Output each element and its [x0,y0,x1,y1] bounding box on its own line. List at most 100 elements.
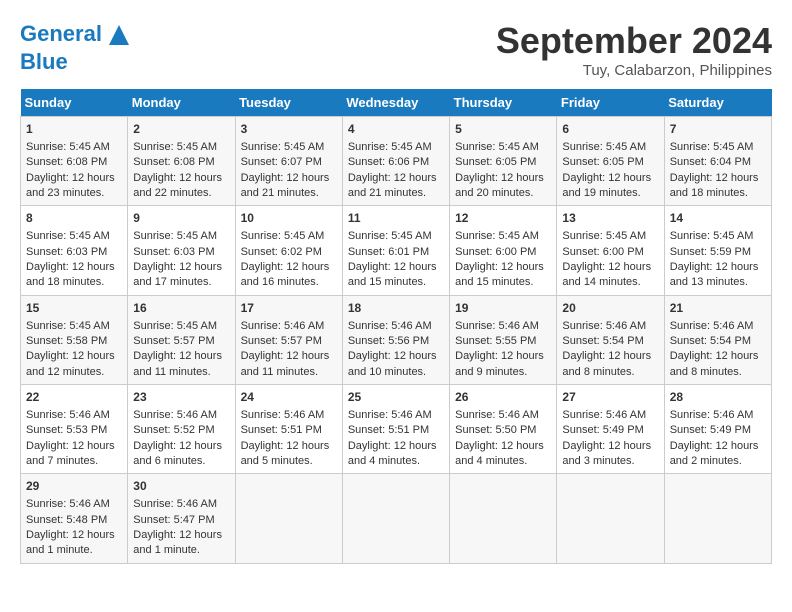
calendar-row: 8Sunrise: 5:45 AMSunset: 6:03 PMDaylight… [21,206,772,295]
calendar-row: 22Sunrise: 5:46 AMSunset: 5:53 PMDayligh… [21,385,772,474]
sunset: Sunset: 5:55 PM [455,335,536,347]
day-number: 1 [26,121,122,138]
daylight: Daylight: 12 hours and 8 minutes. [562,350,651,377]
sunrise: Sunrise: 5:46 AM [562,320,646,332]
day-number: 24 [241,389,337,406]
day-number: 30 [133,478,229,495]
sunset: Sunset: 6:00 PM [562,246,643,258]
sunset: Sunset: 5:48 PM [26,514,107,526]
sunset: Sunset: 6:01 PM [348,246,429,258]
header-wednesday: Wednesday [342,89,449,117]
sunrise: Sunrise: 5:45 AM [670,141,754,153]
sunset: Sunset: 5:52 PM [133,424,214,436]
calendar-cell: 23Sunrise: 5:46 AMSunset: 5:52 PMDayligh… [128,385,235,474]
sunrise: Sunrise: 5:45 AM [455,141,539,153]
sunset: Sunset: 6:05 PM [455,156,536,168]
daylight: Daylight: 12 hours and 14 minutes. [562,261,651,288]
day-number: 6 [562,121,658,138]
calendar-cell: 6 Sunrise: 5:45 AM Sunset: 6:05 PM Daylight… [557,117,664,206]
calendar-cell: 1 Sunrise: 5:45 AM Sunset: 6:08 PM Daylight… [21,117,128,206]
calendar-cell: 16Sunrise: 5:45 AMSunset: 5:57 PMDayligh… [128,295,235,384]
daylight: Daylight: 12 hours and 13 minutes. [670,261,759,288]
sunrise: Sunrise: 5:46 AM [670,409,754,421]
calendar-cell: 11Sunrise: 5:45 AMSunset: 6:01 PMDayligh… [342,206,449,295]
daylight: Daylight: 12 hours and 17 minutes. [133,261,222,288]
sunrise: Sunrise: 5:46 AM [26,498,110,510]
calendar-row: 15Sunrise: 5:45 AMSunset: 5:58 PMDayligh… [21,295,772,384]
calendar-cell [450,474,557,563]
sunset: Sunset: 5:47 PM [133,514,214,526]
sunset: Sunset: 6:04 PM [670,156,751,168]
day-number: 10 [241,210,337,227]
day-number: 25 [348,389,444,406]
daylight: Daylight: 12 hours and 15 minutes. [348,261,437,288]
sunset: Sunset: 5:51 PM [348,424,429,436]
calendar-cell: 12Sunrise: 5:45 AMSunset: 6:00 PMDayligh… [450,206,557,295]
sunset: Sunset: 5:50 PM [455,424,536,436]
header-tuesday: Tuesday [235,89,342,117]
logo-text2: Blue [20,50,134,74]
calendar-cell: 30Sunrise: 5:46 AMSunset: 5:47 PMDayligh… [128,474,235,563]
day-number: 5 [455,121,551,138]
day-number: 3 [241,121,337,138]
day-number: 22 [26,389,122,406]
sunset: Sunset: 5:58 PM [26,335,107,347]
sunrise: Sunrise: 5:46 AM [241,409,325,421]
title-block: September 2024 Tuy, Calabarzon, Philippi… [496,20,772,79]
header-sunday: Sunday [21,89,128,117]
daylight: Daylight: 12 hours and 21 minutes. [348,172,437,199]
day-number: 19 [455,300,551,317]
calendar-cell [664,474,771,563]
sunset: Sunset: 5:49 PM [670,424,751,436]
calendar-table: Sunday Monday Tuesday Wednesday Thursday… [20,89,772,564]
sunrise: Sunrise: 5:46 AM [133,409,217,421]
daylight: Daylight: 12 hours and 7 minutes. [26,440,115,467]
daylight: Daylight: 12 hours and 19 minutes. [562,172,651,199]
weekday-header-row: Sunday Monday Tuesday Wednesday Thursday… [21,89,772,117]
daylight: Daylight: 12 hours and 11 minutes. [133,350,222,377]
calendar-cell: 22Sunrise: 5:46 AMSunset: 5:53 PMDayligh… [21,385,128,474]
sunset: Sunset: 6:08 PM [26,156,107,168]
calendar-row: 1 Sunrise: 5:45 AM Sunset: 6:08 PM Daylight… [21,117,772,206]
day-number: 15 [26,300,122,317]
sunrise: Sunrise: 5:45 AM [26,230,110,242]
day-number: 28 [670,389,766,406]
header-saturday: Saturday [664,89,771,117]
day-number: 13 [562,210,658,227]
day-number: 18 [348,300,444,317]
daylight: Daylight: 12 hours and 21 minutes. [241,172,330,199]
daylight: Daylight: 12 hours and 18 minutes. [670,172,759,199]
sunset: Sunset: 6:03 PM [133,246,214,258]
calendar-cell: 7Sunrise: 5:45 AMSunset: 6:04 PMDaylight… [664,117,771,206]
daylight: Daylight: 12 hours and 2 minutes. [670,440,759,467]
sunrise: Sunrise: 5:46 AM [670,320,754,332]
daylight: Daylight: 12 hours and 16 minutes. [241,261,330,288]
calendar-cell: 5Sunrise: 5:45 AMSunset: 6:05 PMDaylight… [450,117,557,206]
calendar-cell: 20Sunrise: 5:46 AMSunset: 5:54 PMDayligh… [557,295,664,384]
daylight: Daylight: 12 hours and 4 minutes. [455,440,544,467]
header-thursday: Thursday [450,89,557,117]
day-number: 27 [562,389,658,406]
calendar-cell: 8Sunrise: 5:45 AMSunset: 6:03 PMDaylight… [21,206,128,295]
sunset: Sunset: 6:07 PM [241,156,322,168]
daylight: Daylight: 12 hours and 22 minutes. [133,172,222,199]
month-title: September 2024 [496,20,772,62]
sunset: Sunset: 6:06 PM [348,156,429,168]
sunrise: Sunrise: 5:45 AM [670,230,754,242]
calendar-row: 29Sunrise: 5:46 AMSunset: 5:48 PMDayligh… [21,474,772,563]
sunrise: Sunrise: 5:45 AM [348,141,432,153]
calendar-cell: 24Sunrise: 5:46 AMSunset: 5:51 PMDayligh… [235,385,342,474]
calendar-cell: 9Sunrise: 5:45 AMSunset: 6:03 PMDaylight… [128,206,235,295]
day-number: 21 [670,300,766,317]
daylight: Daylight: 12 hours and 9 minutes. [455,350,544,377]
logo-text: General [20,20,134,50]
sunrise: Sunrise: 5:45 AM [26,141,110,153]
day-number: 4 [348,121,444,138]
day-number: 12 [455,210,551,227]
sunset: Sunset: 6:05 PM [562,156,643,168]
logo: General Blue [20,20,134,74]
sunrise: Sunrise: 5:45 AM [562,141,646,153]
daylight: Daylight: 12 hours and 23 minutes. [26,172,115,199]
sunset: Sunset: 5:54 PM [670,335,751,347]
sunset: Sunset: 5:57 PM [133,335,214,347]
